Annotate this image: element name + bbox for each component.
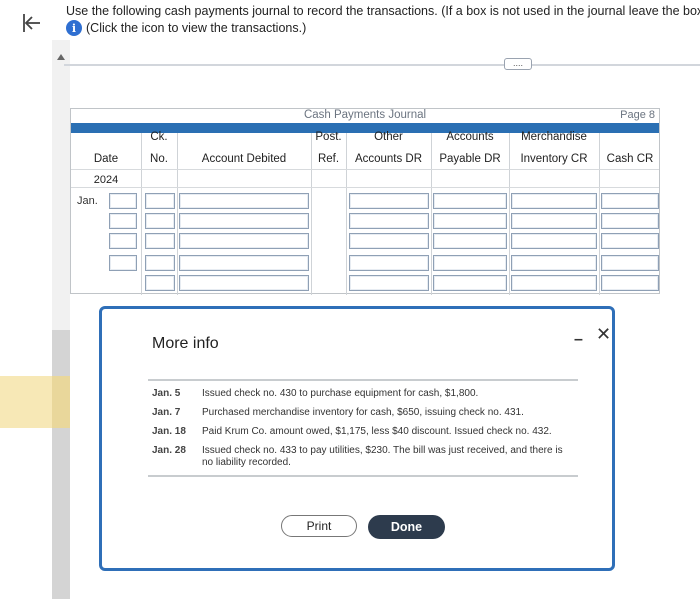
accounts-payable-dr-input[interactable] (433, 255, 507, 271)
header-payable-dr: Payable DR (439, 153, 501, 165)
journal-title: Cash Payments Journal (303, 109, 427, 121)
merchandise-inventory-cr-input[interactable] (511, 193, 597, 209)
scroll-up-icon[interactable] (57, 54, 65, 60)
cash-cr-input[interactable] (601, 275, 659, 291)
print-button[interactable]: Print (281, 515, 357, 537)
accounts-payable-dr-input[interactable] (433, 233, 507, 249)
accounts-payable-dr-input[interactable] (433, 213, 507, 229)
other-accounts-dr-input[interactable] (349, 193, 429, 209)
transaction-text: Paid Krum Co. amount owed, $1,175, less … (202, 426, 552, 437)
other-accounts-dr-input[interactable] (349, 233, 429, 249)
ck-no-input[interactable] (109, 193, 137, 209)
header-other-accounts-dr: Accounts DR (354, 153, 423, 165)
instructions-text: Use the following cash payments journal … (66, 4, 700, 18)
ck-no-2-input[interactable] (145, 275, 175, 291)
cash-cr-input[interactable] (601, 193, 659, 209)
header-year: 2024 (93, 174, 119, 186)
ck-no-input[interactable] (109, 233, 137, 249)
ck-no-input[interactable] (109, 255, 137, 271)
done-button[interactable]: Done (368, 515, 445, 539)
page: Use the following cash payments journal … (0, 0, 700, 599)
header-accounts: Accounts (446, 131, 494, 143)
transaction-text: Issued check no. 433 to pay utilities, $… (202, 445, 563, 468)
more-info-dialog: More info – ✕ Jan. 5 Issued check no. 43… (99, 306, 615, 571)
journal-page-number: Page 8 (620, 109, 655, 121)
account-debited-input[interactable] (179, 275, 309, 291)
highlight-band (0, 376, 52, 428)
header-date: Date (93, 153, 119, 165)
merchandise-inventory-cr-input[interactable] (511, 255, 597, 271)
header-no: No. (150, 153, 168, 165)
other-accounts-dr-input[interactable] (349, 255, 429, 271)
account-debited-input[interactable] (179, 255, 309, 271)
header-other: Other (374, 131, 403, 143)
divider (64, 64, 700, 66)
scrollbar[interactable] (52, 40, 70, 599)
scrollbar-thumb[interactable] (52, 330, 70, 599)
cash-cr-input[interactable] (601, 213, 659, 229)
accounts-payable-dr-input[interactable] (433, 275, 507, 291)
transaction-date: Jan. 5 (152, 388, 181, 399)
ck-no-2-input[interactable] (145, 193, 175, 209)
close-icon[interactable]: ✕ (596, 324, 611, 345)
expand-ellipsis-button[interactable]: .... (504, 58, 532, 70)
merchandise-inventory-cr-input[interactable] (511, 233, 597, 249)
account-debited-input[interactable] (179, 193, 309, 209)
transaction-date: Jan. 18 (152, 426, 186, 437)
transaction-date: Jan. 7 (152, 407, 181, 418)
highlight-band-rail (52, 376, 70, 428)
account-debited-input[interactable] (179, 213, 309, 229)
account-debited-input[interactable] (179, 233, 309, 249)
transactions-list: Jan. 5 Issued check no. 430 to purchase … (148, 379, 578, 477)
dialog-title: More info (152, 335, 219, 352)
header-cash-cr: Cash CR (606, 153, 654, 165)
info-icon[interactable]: i (66, 20, 82, 36)
ck-no-2-input[interactable] (145, 255, 175, 271)
header-account-debited: Account Debited (201, 153, 287, 165)
other-accounts-dr-input[interactable] (349, 275, 429, 291)
cash-cr-input[interactable] (601, 255, 659, 271)
merchandise-inventory-cr-input[interactable] (511, 275, 597, 291)
header-merchandise: Merchandise (521, 131, 587, 143)
collapse-left-icon[interactable] (18, 10, 44, 36)
ck-no-2-input[interactable] (145, 213, 175, 229)
cash-cr-input[interactable] (601, 233, 659, 249)
minimize-icon[interactable]: – (574, 331, 583, 349)
accounts-payable-dr-input[interactable] (433, 193, 507, 209)
transaction-text: Issued check no. 430 to purchase equipme… (202, 388, 479, 399)
ck-no-2-input[interactable] (145, 233, 175, 249)
transaction-text: Purchased merchandise inventory for cash… (202, 407, 524, 418)
month-label: Jan. (77, 195, 98, 207)
header-inventory-cr: Inventory CR (520, 153, 588, 165)
header-ref: Ref. (317, 153, 340, 165)
ck-no-input[interactable] (109, 213, 137, 229)
other-accounts-dr-input[interactable] (349, 213, 429, 229)
header-ck: Ck. (150, 131, 168, 143)
header-post: Post. (315, 131, 342, 143)
cash-payments-journal: Cash Payments Journal Page 8 Date 2024 C… (70, 108, 660, 295)
info-link-text: (Click the icon to view the transactions… (86, 21, 307, 35)
merchandise-inventory-cr-input[interactable] (511, 213, 597, 229)
info-line[interactable]: i (Click the icon to view the transactio… (66, 19, 306, 37)
transaction-date: Jan. 28 (152, 445, 186, 456)
